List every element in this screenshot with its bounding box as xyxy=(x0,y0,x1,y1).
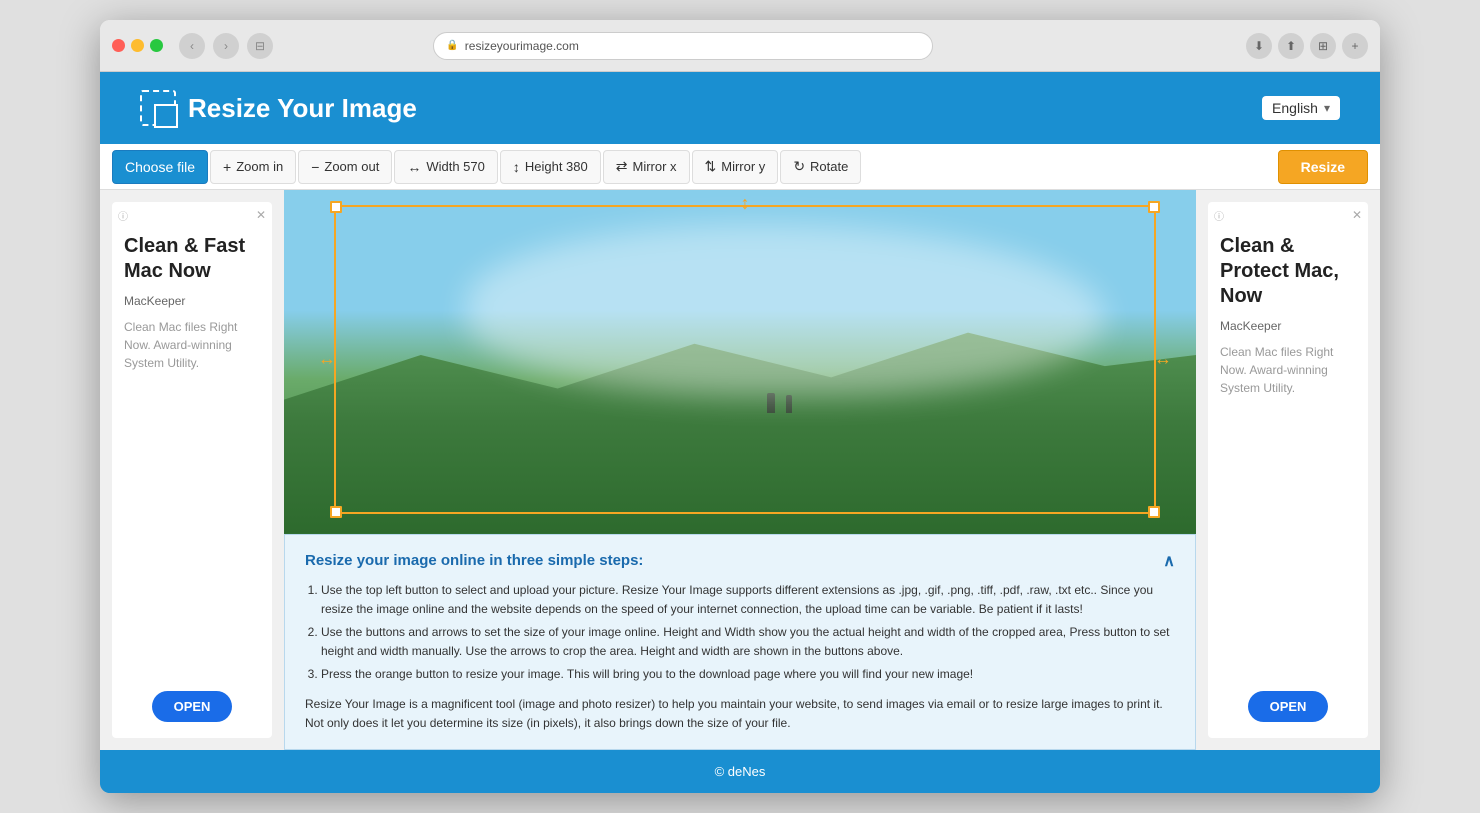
close-right-ad-button[interactable]: ✕ xyxy=(1352,208,1362,222)
info-description: Resize Your Image is a magnificent tool … xyxy=(305,695,1175,733)
height-label: Height 380 xyxy=(525,159,588,174)
left-ad-panel: ⓘ ✕ Clean & Fast Mac Now MacKeeper Clean… xyxy=(112,202,272,738)
forward-button[interactable]: › xyxy=(213,33,239,59)
logo-area: Resize Your Image xyxy=(140,90,417,126)
collapse-icon[interactable]: ∧ xyxy=(1163,551,1175,571)
close-left-ad-button[interactable]: ✕ xyxy=(256,208,266,222)
minimize-button[interactable] xyxy=(131,39,144,52)
left-ad-desc: Clean Mac files Right Now. Award-winning… xyxy=(124,318,260,372)
main-content: ⓘ ✕ Clean & Fast Mac Now MacKeeper Clean… xyxy=(100,190,1380,750)
info-title: Resize your image online in three simple… xyxy=(305,551,1175,571)
mirror-x-icon: ⇄ xyxy=(616,158,628,175)
info-title-text: Resize your image online in three simple… xyxy=(305,552,643,569)
new-tab-button[interactable]: ⊞ xyxy=(1310,33,1336,59)
right-ad-open-button[interactable]: OPEN xyxy=(1248,691,1329,722)
url-text: resizeyourimage.com xyxy=(465,39,579,53)
browser-titlebar: ‹ › ⊟ 🔒 resizeyourimage.com ⬇ ⬆ ⊞ + xyxy=(100,20,1380,72)
app-header: Resize Your Image English ▾ xyxy=(100,72,1380,144)
zoom-out-button[interactable]: − Zoom out xyxy=(298,150,392,184)
back-button[interactable]: ‹ xyxy=(179,33,205,59)
logo-icon xyxy=(140,90,176,126)
ad-badge-right: ⓘ xyxy=(1214,208,1224,223)
browser-actions: ⬇ ⬆ ⊞ + xyxy=(1246,33,1368,59)
browser-window: ‹ › ⊟ 🔒 resizeyourimage.com ⬇ ⬆ ⊞ + Resi… xyxy=(100,20,1380,793)
mirror-x-button[interactable]: ⇄ Mirror x xyxy=(603,150,690,184)
width-icon: ↔ xyxy=(407,159,421,175)
mirror-y-label: Mirror y xyxy=(721,159,765,174)
download-button[interactable]: ⬇ xyxy=(1246,33,1272,59)
minus-icon: − xyxy=(311,159,319,175)
right-ad-heading: Clean & Protect Mac, Now xyxy=(1220,234,1356,309)
language-selector[interactable]: English ▾ xyxy=(1262,96,1340,120)
right-ad-brand: MacKeeper xyxy=(1220,319,1281,333)
left-ad-open-button[interactable]: OPEN xyxy=(152,691,233,722)
left-ad-brand: MacKeeper xyxy=(124,294,185,308)
info-section: Resize your image online in three simple… xyxy=(284,534,1196,750)
right-ad-panel: ⓘ ✕ Clean & Protect Mac, Now MacKeeper C… xyxy=(1208,202,1368,738)
language-text: English xyxy=(1272,100,1318,116)
left-ad-heading: Clean & Fast Mac Now xyxy=(124,234,260,284)
mirror-y-icon: ⇅ xyxy=(705,158,717,175)
person-silhouette-1 xyxy=(767,393,775,413)
app-title: Resize Your Image xyxy=(188,93,417,124)
rotate-icon: ↻ xyxy=(793,158,805,175)
reader-view-button[interactable]: ⊟ xyxy=(247,33,273,59)
zoom-in-button[interactable]: + Zoom in xyxy=(210,150,296,184)
info-step-1: Use the top left button to select and up… xyxy=(321,581,1175,619)
center-content: ↕ ↔ ↔ Resize your image online in three … xyxy=(284,190,1196,750)
address-bar[interactable]: 🔒 resizeyourimage.com xyxy=(433,32,933,60)
height-button[interactable]: ↕ Height 380 xyxy=(500,150,601,184)
mountain-image xyxy=(284,190,1196,534)
rotate-button[interactable]: ↻ Rotate xyxy=(780,150,861,184)
app-body: Resize Your Image English ▾ Choose file … xyxy=(100,72,1380,793)
person-silhouette-2 xyxy=(786,395,792,413)
lock-icon: 🔒 xyxy=(446,40,458,51)
zoom-out-label: Zoom out xyxy=(324,159,379,174)
right-ad-desc: Clean Mac files Right Now. Award-winning… xyxy=(1220,343,1356,397)
info-step-3: Press the orange button to resize your i… xyxy=(321,665,1175,684)
choose-file-button[interactable]: Choose file xyxy=(112,150,208,184)
width-button[interactable]: ↔ Width 570 xyxy=(394,150,498,184)
mirror-y-button[interactable]: ⇅ Mirror y xyxy=(692,150,779,184)
chevron-down-icon: ▾ xyxy=(1324,101,1330,115)
ad-badge-left: ⓘ xyxy=(118,208,128,223)
info-step-2: Use the buttons and arrows to set the si… xyxy=(321,623,1175,661)
width-label: Width 570 xyxy=(426,159,485,174)
toolbar: Choose file + Zoom in − Zoom out ↔ Width… xyxy=(100,144,1380,190)
rotate-label: Rotate xyxy=(810,159,848,174)
add-button[interactable]: + xyxy=(1342,33,1368,59)
choose-file-label: Choose file xyxy=(125,159,195,175)
height-icon: ↕ xyxy=(513,159,520,175)
plus-icon: + xyxy=(223,159,231,175)
resize-button[interactable]: Resize xyxy=(1278,150,1368,184)
zoom-in-label: Zoom in xyxy=(236,159,283,174)
share-button[interactable]: ⬆ xyxy=(1278,33,1304,59)
mirror-x-label: Mirror x xyxy=(632,159,676,174)
maximize-button[interactable] xyxy=(150,39,163,52)
resize-label: Resize xyxy=(1301,159,1345,175)
info-steps: Use the top left button to select and up… xyxy=(305,581,1175,685)
close-button[interactable] xyxy=(112,39,125,52)
traffic-lights xyxy=(112,39,163,52)
image-canvas: ↕ ↔ ↔ xyxy=(284,190,1196,534)
